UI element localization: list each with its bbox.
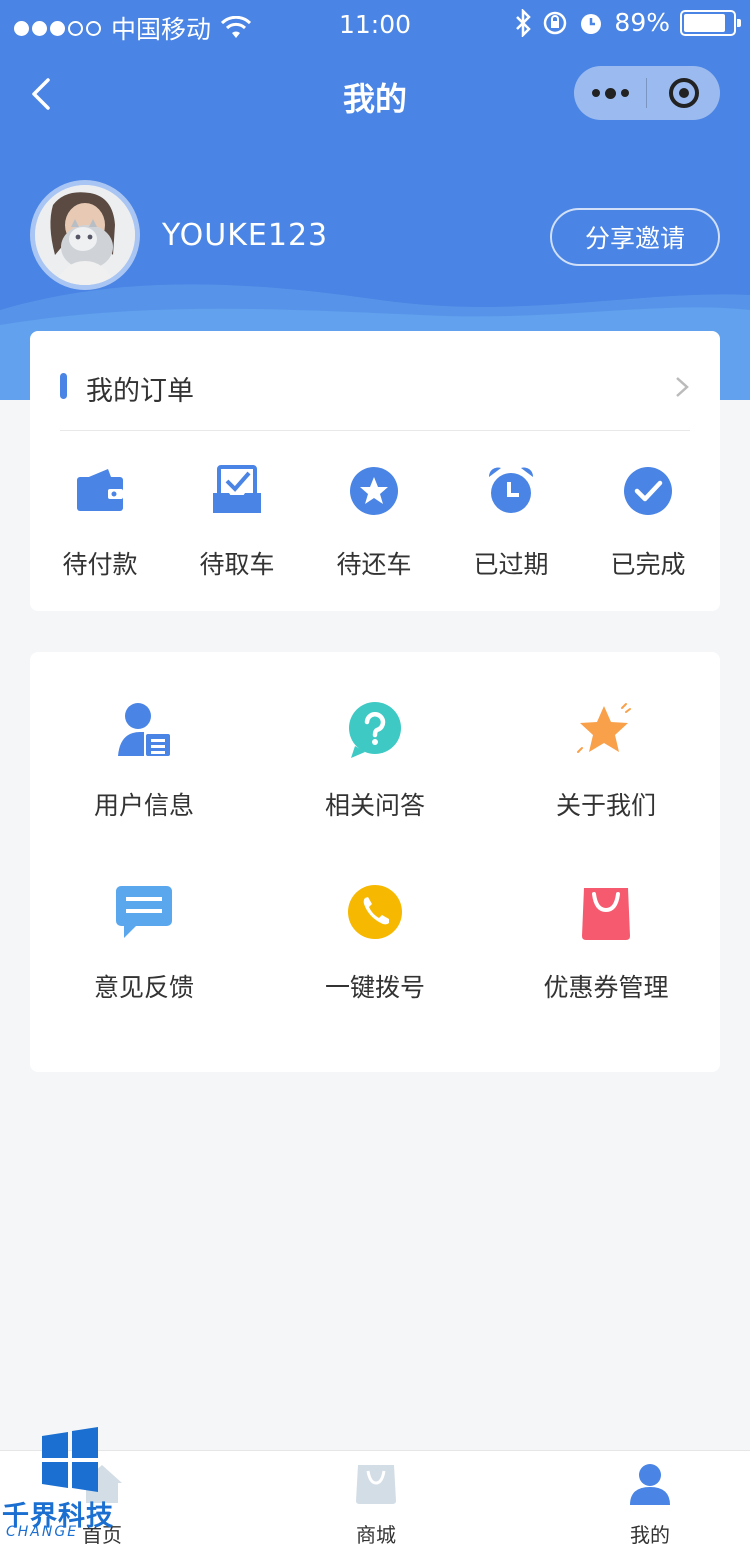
check-circle-icon: [624, 467, 672, 515]
alarm-clock-icon: [488, 467, 534, 513]
tab-label: 我的: [630, 1523, 670, 1544]
menu-card: 用户信息 相关问答 关于我们 意见反馈 一键拨号 优惠券管理: [30, 652, 720, 1072]
order-label: 待付款: [62, 550, 138, 579]
user-icon: [630, 1464, 670, 1505]
rotation-lock-icon: [544, 11, 567, 34]
avatar[interactable]: [30, 180, 140, 290]
windows-logo-icon: [42, 1427, 98, 1492]
star-circle-icon: [350, 467, 398, 515]
watermark-logo: 千界科技 CHANGE: [2, 1426, 130, 1544]
menu-label: 关于我们: [555, 791, 656, 820]
shop-bag-icon: [356, 1465, 396, 1504]
menu-coupon-management[interactable]: 优惠券管理: [506, 882, 706, 1004]
mini-program-capsule: [574, 66, 720, 120]
watermark-subtitle: CHANGE: [6, 1524, 79, 1540]
section-accent-bar: [60, 373, 67, 399]
order-label: 待还车: [336, 550, 412, 579]
battery-percent: 89%: [614, 8, 670, 37]
battery-icon: [680, 9, 741, 36]
shopping-bag-icon: [582, 888, 630, 940]
chevron-right-icon: [676, 377, 689, 397]
menu-about-us[interactable]: 关于我们: [506, 700, 706, 822]
more-button[interactable]: [574, 66, 646, 120]
order-pending-payment[interactable]: 待付款: [40, 465, 160, 581]
share-invite-button[interactable]: 分享邀请: [550, 208, 720, 266]
order-expired[interactable]: 已过期: [451, 465, 571, 581]
bluetooth-icon: [516, 8, 532, 37]
question-icon: [349, 702, 401, 758]
menu-feedback[interactable]: 意见反馈: [44, 882, 244, 1004]
order-pending-return[interactable]: 待还车: [314, 465, 434, 581]
menu-one-click-dial[interactable]: 一键拨号: [275, 882, 475, 1004]
status-right-group: 89%: [514, 8, 741, 37]
tab-shop[interactable]: 商城: [316, 1463, 436, 1544]
order-label: 待取车: [199, 550, 275, 579]
wallet-icon: [77, 469, 123, 511]
menu-faq[interactable]: 相关问答: [275, 700, 475, 822]
user-info-icon: [118, 703, 170, 756]
close-miniprogram-button[interactable]: [647, 78, 720, 108]
menu-label: 用户信息: [93, 791, 194, 820]
order-label: 已过期: [473, 550, 549, 579]
menu-label: 一键拨号: [324, 973, 425, 1002]
orders-title: 我的订单: [86, 376, 194, 407]
more-dots-icon: [591, 89, 600, 97]
avatar-image: [35, 185, 135, 285]
menu-label: 相关问答: [324, 791, 425, 820]
order-label: 已完成: [610, 550, 686, 579]
alarm-icon: [581, 13, 602, 34]
target-icon: [668, 78, 699, 108]
orders-card: 我的订单 待付款 待取车 待还车 已过期 已完成: [30, 331, 720, 611]
status-bar: 中国移动 11:00 89%: [0, 0, 750, 50]
tab-label: 商城: [356, 1523, 396, 1544]
message-icon: [116, 886, 172, 938]
menu-label: 优惠券管理: [543, 973, 669, 1002]
menu-user-info[interactable]: 用户信息: [44, 700, 244, 822]
orders-header[interactable]: 我的订单: [60, 331, 690, 431]
username: YOUKE123: [162, 218, 329, 253]
order-pending-pickup[interactable]: 待取车: [177, 465, 297, 581]
tab-mine[interactable]: 我的: [590, 1463, 710, 1544]
phone-icon: [348, 885, 402, 939]
menu-label: 意见反馈: [93, 973, 194, 1002]
inbox-check-icon: [213, 465, 261, 513]
order-completed[interactable]: 已完成: [588, 465, 708, 581]
star-icon: [577, 703, 631, 753]
